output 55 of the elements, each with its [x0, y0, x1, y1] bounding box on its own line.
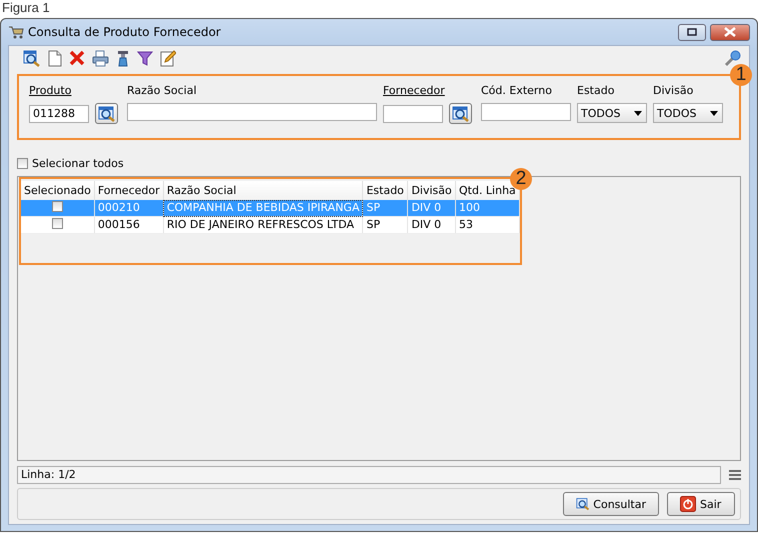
column-header[interactable]: Selecionado	[21, 181, 94, 200]
table-cell: SP	[362, 216, 408, 234]
field-label: Fornecedor	[383, 84, 446, 97]
figure-caption: Figura 1	[1, 0, 51, 17]
funnel-icon[interactable]	[137, 50, 153, 66]
column-header[interactable]: Estado	[362, 181, 408, 200]
input-field[interactable]	[127, 103, 377, 121]
field-label: Cód. Externo	[481, 84, 553, 97]
field-label: Estado	[577, 84, 616, 97]
lookup-button[interactable]	[95, 103, 118, 124]
dropdown[interactable]: TODOS	[577, 103, 647, 123]
field-label: Divisão	[653, 84, 694, 97]
cart-icon	[8, 25, 24, 39]
status-bar: Linha: 1/2	[17, 466, 721, 484]
window-title: Consulta de Produto Fornecedor	[28, 25, 222, 39]
input-field[interactable]	[481, 103, 571, 121]
table-cell: RIO DE JANEIRO REFRESCOS LTDA	[163, 216, 363, 234]
close-button[interactable]	[710, 24, 750, 40]
search-button[interactable]: Consultar	[563, 492, 659, 516]
table-cell: SP	[362, 200, 408, 216]
table-cell: DIV 0	[408, 216, 456, 234]
table-cell: COMPANHIA DE BEBIDAS IPIRANGA	[163, 200, 363, 216]
delete-icon[interactable]	[69, 50, 85, 66]
field-label: Produto	[29, 84, 72, 97]
lookup-button[interactable]	[449, 103, 472, 124]
checkbox-label: Selecionar todos	[32, 156, 124, 170]
close-icon	[724, 27, 736, 37]
dropdown-arrow-icon	[634, 110, 642, 116]
input-field[interactable]	[383, 104, 443, 122]
table-cell: 000156	[94, 216, 164, 234]
dropdown-arrow-icon	[710, 110, 718, 116]
column-header[interactable]: Razão Social	[163, 181, 363, 200]
callout-number: 1	[730, 64, 752, 86]
printer-icon[interactable]	[92, 50, 109, 66]
restore-button[interactable]	[678, 24, 706, 40]
exit-button[interactable]: Sair	[667, 492, 735, 516]
magnifier-icon	[576, 496, 590, 512]
menu-icon[interactable]	[729, 470, 741, 480]
table-cell: 100	[455, 200, 520, 216]
input-field[interactable]: 011288	[29, 104, 89, 122]
magnifier-icon[interactable]	[23, 50, 40, 66]
checkbox[interactable]	[17, 158, 28, 168]
table-cell: 000210	[94, 200, 164, 216]
document-icon[interactable]	[47, 50, 62, 66]
checkbox[interactable]	[52, 200, 63, 212]
checkbox[interactable]	[52, 218, 63, 228]
column-header[interactable]: Fornecedor	[94, 181, 164, 200]
edit-icon[interactable]	[160, 50, 176, 66]
table-cell: DIV 0	[408, 200, 456, 216]
field-label: Razão Social	[127, 84, 198, 97]
dropdown[interactable]: TODOS	[653, 103, 723, 123]
restore-icon	[687, 28, 697, 36]
table-cell: 53	[455, 216, 520, 234]
column-header[interactable]: Divisão	[408, 181, 456, 200]
power-icon	[680, 496, 696, 512]
